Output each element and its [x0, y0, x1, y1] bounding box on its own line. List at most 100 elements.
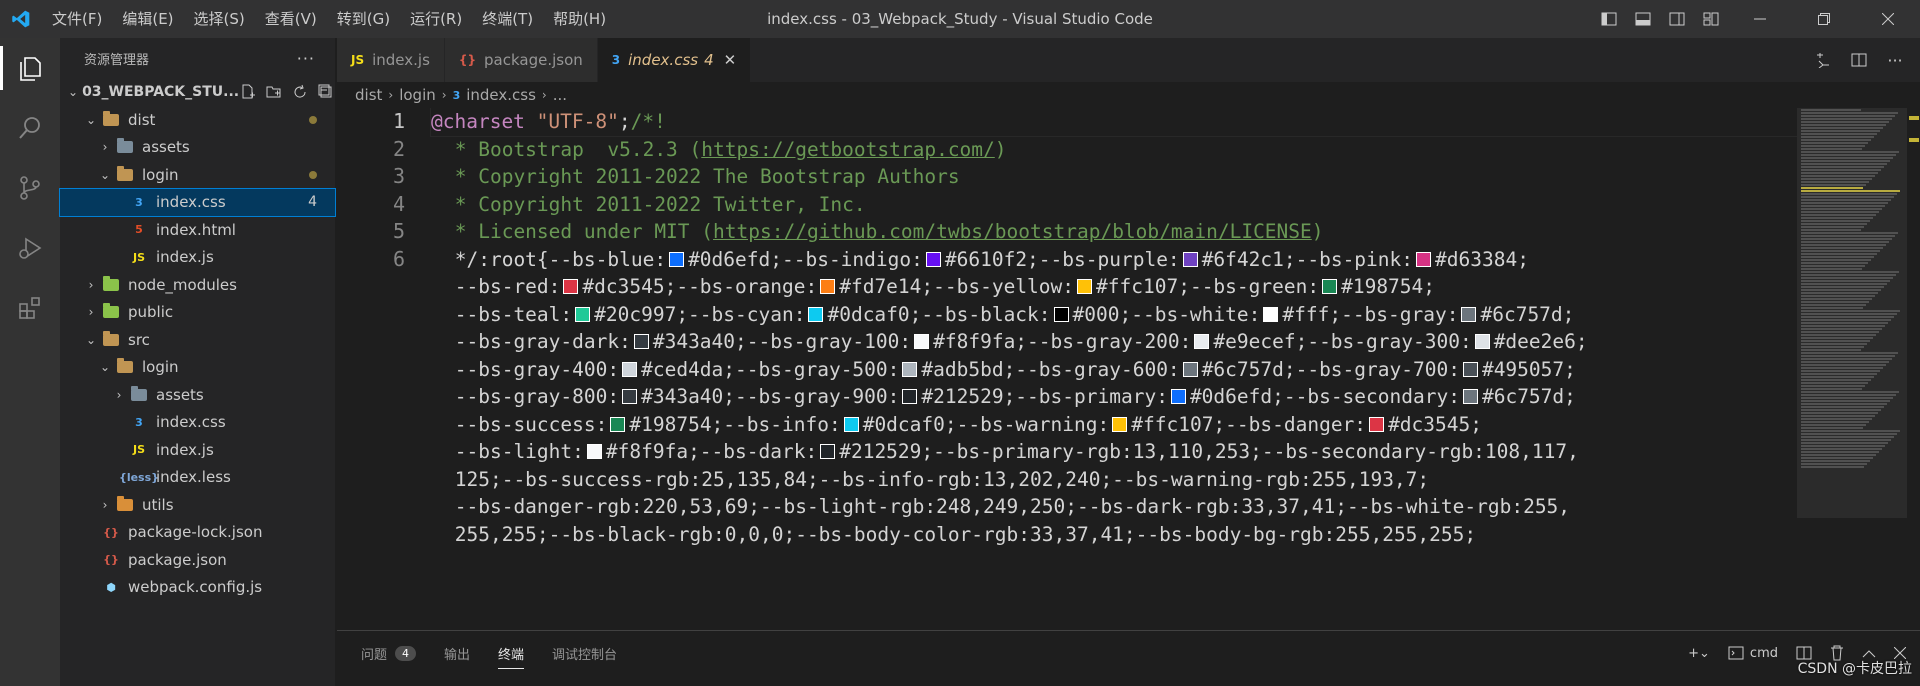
- color-swatch[interactable]: [914, 334, 930, 349]
- menu-item[interactable]: 文件(F): [42, 0, 112, 38]
- tree-folder[interactable]: ⌄ login: [60, 354, 335, 382]
- menu-item[interactable]: 转到(G): [327, 0, 400, 38]
- new-folder-icon[interactable]: [265, 83, 283, 101]
- color-swatch[interactable]: [925, 251, 941, 267]
- color-swatch[interactable]: [1053, 306, 1069, 322]
- tree-folder[interactable]: ⌄ src: [60, 326, 335, 354]
- code-line[interactable]: * Copyright 2011-2022 Twitter, Inc.: [443, 191, 1797, 219]
- maximize-panel-icon[interactable]: [1862, 648, 1876, 658]
- toggle-panel-icon[interactable]: [1626, 0, 1660, 38]
- color-swatch[interactable]: [1369, 416, 1385, 432]
- color-swatch[interactable]: [820, 444, 836, 459]
- color-swatch[interactable]: [633, 334, 649, 349]
- color-swatch[interactable]: [669, 251, 685, 267]
- color-swatch[interactable]: [1194, 334, 1210, 349]
- tree-file[interactable]: 5 index.html: [60, 216, 335, 244]
- tree-file[interactable]: {} package.json: [60, 546, 335, 574]
- color-swatch[interactable]: [1263, 306, 1279, 322]
- tree-folder[interactable]: ⌄ login: [60, 161, 335, 189]
- code-area[interactable]: 1 2 3 4 5 6 @charset "UTF-8";/*! * Bootstrap …: [337, 108, 1797, 621]
- new-file-icon[interactable]: [239, 83, 257, 101]
- more-actions-button[interactable]: ···: [297, 49, 315, 68]
- customize-layout-icon[interactable]: [1694, 0, 1728, 38]
- menu-item[interactable]: 查看(V): [255, 0, 327, 38]
- color-swatch[interactable]: [622, 361, 638, 377]
- color-swatch[interactable]: [820, 279, 836, 294]
- close-tab-icon[interactable]: ✕: [724, 51, 737, 69]
- restore-button[interactable]: [1792, 0, 1856, 38]
- color-swatch[interactable]: [1322, 279, 1338, 294]
- extensions-icon[interactable]: [0, 278, 60, 338]
- vertical-scrollbar[interactable]: [1907, 108, 1920, 621]
- toggle-primary-sidebar-icon[interactable]: [1592, 0, 1626, 38]
- split-editor-icon[interactable]: [1850, 51, 1868, 69]
- minimap-slider[interactable]: [1797, 108, 1907, 518]
- tree-file[interactable]: JS index.js: [60, 436, 335, 464]
- tree-folder[interactable]: › public: [60, 299, 335, 327]
- close-window-button[interactable]: [1856, 0, 1920, 38]
- terminal-selector[interactable]: cmd: [1728, 646, 1778, 661]
- code-line[interactable]: 125;--bs-success-rgb:25,135,84;--bs-info…: [443, 466, 1797, 494]
- code-line[interactable]: --bs-danger-rgb:220,53,69;--bs-light-rgb…: [443, 493, 1797, 521]
- tree-file[interactable]: 3 index.css: [60, 409, 335, 437]
- tree-folder[interactable]: › assets: [60, 381, 335, 409]
- color-swatch[interactable]: [1461, 306, 1477, 322]
- color-swatch[interactable]: [563, 279, 579, 294]
- code-line[interactable]: --bs-gray-dark: #343a40;--bs-gray-100: #f8…: [443, 328, 1797, 356]
- color-swatch[interactable]: [1077, 279, 1093, 294]
- tree-folder[interactable]: › node_modules: [60, 271, 335, 299]
- color-swatch[interactable]: [610, 416, 626, 432]
- color-swatch[interactable]: [1462, 361, 1478, 377]
- color-swatch[interactable]: [1182, 251, 1198, 267]
- code-line[interactable]: --bs-gray-800: #343a40;--bs-gray-900: #212…: [443, 383, 1797, 411]
- toggle-secondary-sidebar-icon[interactable]: [1660, 0, 1694, 38]
- menu-item[interactable]: 运行(R): [400, 0, 472, 38]
- tree-folder[interactable]: ⌄ dist: [60, 106, 335, 134]
- breadcrumb-item[interactable]: login: [399, 86, 436, 104]
- code-line[interactable]: --bs-success: #198754;--bs-info: #0dcaf0;-…: [443, 411, 1797, 439]
- menu-item[interactable]: 终端(T): [472, 0, 543, 38]
- color-swatch[interactable]: [622, 389, 638, 404]
- color-swatch[interactable]: [902, 361, 918, 377]
- code-content[interactable]: @charset "UTF-8";/*! * Bootstrap v5.2.3 …: [430, 108, 1797, 549]
- code-line[interactable]: @charset "UTF-8";/*!: [430, 108, 1797, 137]
- minimize-button[interactable]: [1728, 0, 1792, 38]
- breadcrumb-item[interactable]: index.css: [466, 86, 536, 104]
- source-control-icon[interactable]: [0, 158, 60, 218]
- panel-tab[interactable]: 问题 4: [361, 631, 417, 675]
- breadcrumb-item[interactable]: dist: [355, 86, 382, 104]
- menu-item[interactable]: 选择(S): [184, 0, 255, 38]
- color-swatch[interactable]: [1170, 389, 1186, 404]
- panel-tab[interactable]: 终端: [498, 631, 525, 675]
- menu-item[interactable]: 编辑(E): [112, 0, 183, 38]
- code-line[interactable]: --bs-light: #f8f9fa;--bs-dark: #212529;--b…: [443, 438, 1797, 466]
- code-line[interactable]: */:root{--bs-blue: #0d6efd;--bs-indigo: #6…: [443, 246, 1797, 274]
- more-actions-icon[interactable]: ···: [1886, 51, 1904, 70]
- color-swatch[interactable]: [1474, 334, 1490, 349]
- editor-tab[interactable]: JS index.js: [337, 38, 445, 82]
- code-line[interactable]: * Copyright 2011-2022 The Bootstrap Auth…: [443, 163, 1797, 191]
- color-swatch[interactable]: [1112, 416, 1128, 432]
- tree-file[interactable]: JS index.js: [60, 244, 335, 272]
- color-swatch[interactable]: [1462, 389, 1478, 404]
- explorer-icon[interactable]: [0, 38, 60, 98]
- search-icon[interactable]: [0, 98, 60, 158]
- color-swatch[interactable]: [808, 306, 824, 322]
- collapse-all-icon[interactable]: [317, 83, 335, 101]
- code-line[interactable]: --bs-teal: #20c997;--bs-cyan: #0dcaf0;--bs…: [443, 301, 1797, 329]
- tree-file[interactable]: {less} index.less: [60, 464, 335, 492]
- panel-tab[interactable]: 调试控制台: [552, 631, 617, 675]
- color-swatch[interactable]: [902, 389, 918, 404]
- tree-file[interactable]: ⬢ webpack.config.js: [60, 574, 335, 602]
- tree-file[interactable]: 3 index.css 4: [59, 187, 336, 217]
- breadcrumb-item[interactable]: ...: [553, 86, 567, 104]
- code-line[interactable]: 255,255;--bs-black-rgb:0,0,0;--bs-body-c…: [443, 521, 1797, 549]
- color-swatch[interactable]: [1416, 251, 1432, 267]
- color-swatch[interactable]: [843, 416, 859, 432]
- color-swatch[interactable]: [586, 444, 602, 459]
- code-line[interactable]: --bs-red: #dc3545;--bs-orange: #fd7e14;--b…: [443, 273, 1797, 301]
- tree-folder[interactable]: › assets: [60, 134, 335, 162]
- code-line[interactable]: * Bootstrap v5.2.3 (https://getbootstrap…: [443, 136, 1797, 164]
- tree-file[interactable]: {} package-lock.json: [60, 519, 335, 547]
- new-terminal-button[interactable]: + ⌄: [1688, 646, 1710, 661]
